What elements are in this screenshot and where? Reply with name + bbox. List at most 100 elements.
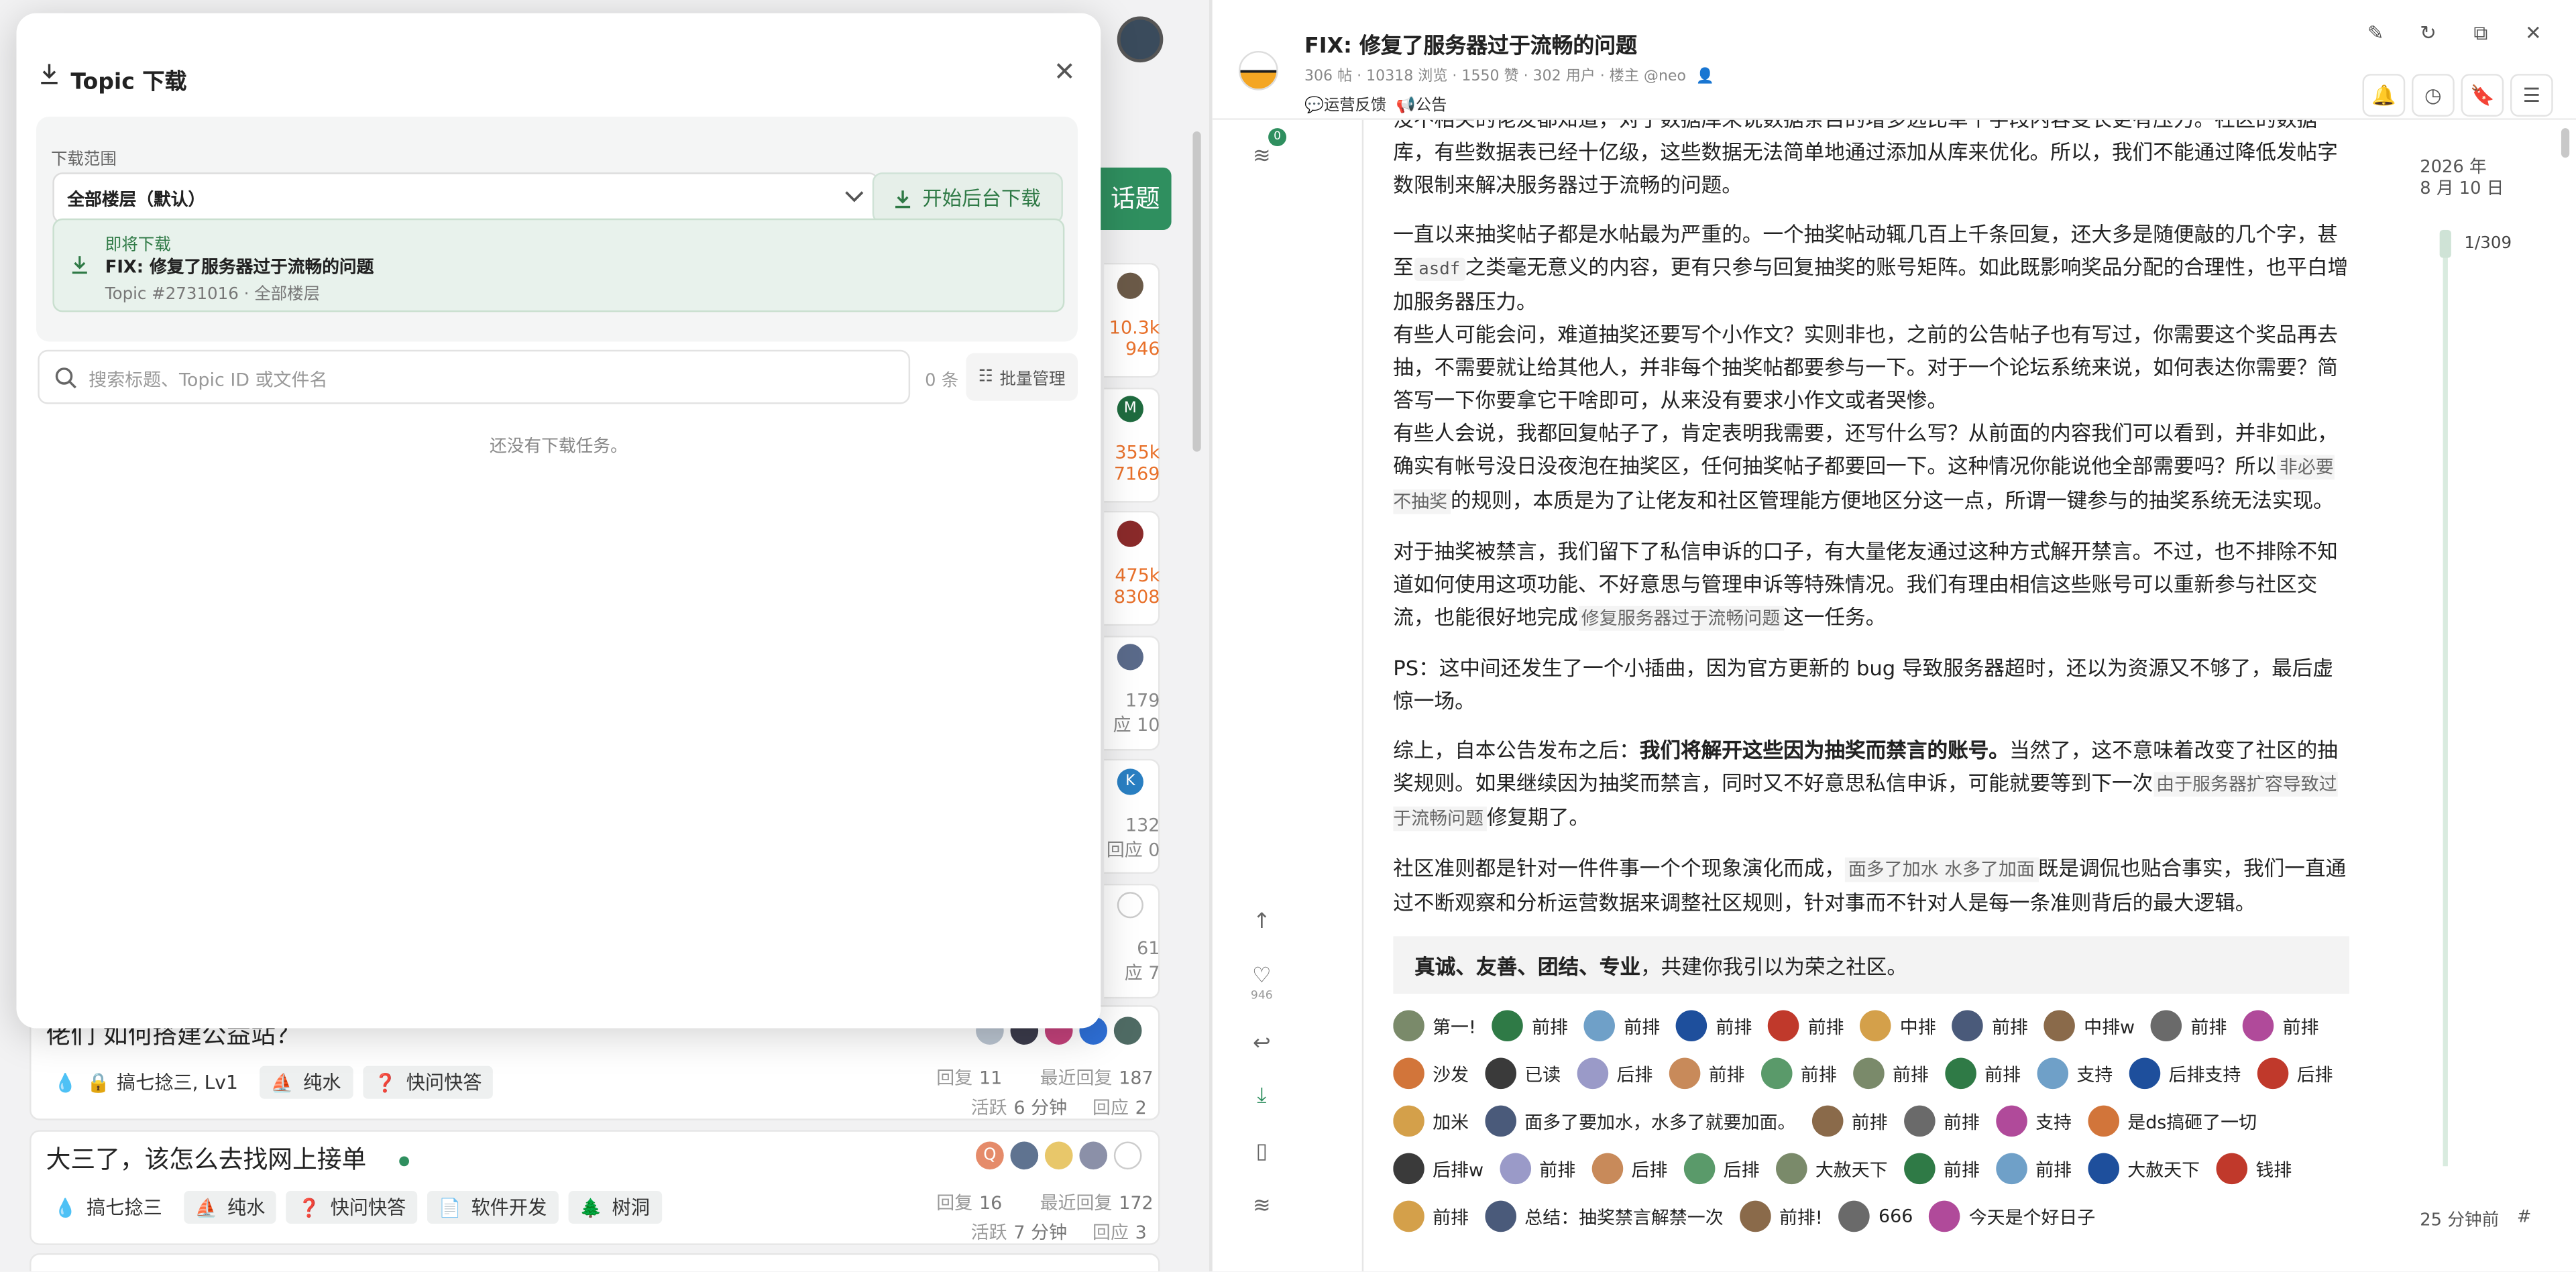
scrollbar[interactable] bbox=[2561, 128, 2570, 158]
reaction-item[interactable]: 今天是个好日子 bbox=[1929, 1200, 2095, 1232]
site-logo bbox=[1239, 50, 1278, 91]
avatar bbox=[1393, 1010, 1424, 1042]
avatar bbox=[1485, 1105, 1516, 1137]
tag[interactable]: ⛵ 纯水 bbox=[259, 1065, 353, 1099]
reaction-item[interactable]: 钱排 bbox=[2216, 1153, 2292, 1185]
user-avatar[interactable] bbox=[1117, 16, 1164, 63]
reaction-item[interactable]: 大赦天下 bbox=[1776, 1153, 1888, 1185]
topic-reader-pane: FIX: 修复了服务器过于流畅的问题 306 帖 · 10318 浏览 · 15… bbox=[1212, 0, 2576, 1272]
reaction-item[interactable]: 前排 bbox=[2151, 1010, 2227, 1042]
reply-button[interactable]: ↩ bbox=[1249, 1031, 1275, 1056]
start-download-button[interactable]: 开始后台下载 bbox=[872, 172, 1063, 224]
reaction-item[interactable]: 前排 bbox=[1584, 1010, 1660, 1042]
table-row[interactable]: 大三了，该怎么去找网上接单 Q 💧 搞七捻三 ⛵ 纯水 ❓ 快问快答 📄 软件开发 🌲 树… bbox=[30, 1130, 1160, 1245]
timeline-handle[interactable] bbox=[2439, 229, 2451, 258]
reaction-item[interactable]: 后排 bbox=[1591, 1153, 1667, 1185]
reaction-item[interactable]: 面多了要加水，水多了就要加面。 bbox=[1485, 1105, 1795, 1137]
reaction-item[interactable]: 已读 bbox=[1485, 1057, 1561, 1090]
reaction-item[interactable]: 后排 bbox=[2257, 1057, 2333, 1090]
bookmark-button[interactable]: 🔖 bbox=[2461, 74, 2504, 117]
reaction-text: 前排 bbox=[1984, 1063, 2021, 1085]
like-button[interactable]: ♡ bbox=[1249, 964, 1275, 989]
avatar bbox=[1117, 644, 1143, 671]
reaction-item[interactable]: 前排 bbox=[1669, 1057, 1745, 1090]
reaction-item[interactable]: 前排 bbox=[1996, 1153, 2072, 1185]
replies-count: 回应 0 bbox=[1106, 839, 1160, 861]
reaction-item[interactable]: 前排 bbox=[2243, 1010, 2318, 1042]
reaction-item[interactable]: 是ds搞砸了一切 bbox=[2088, 1105, 2257, 1137]
download-icon bbox=[41, 64, 58, 84]
settings-button[interactable]: ☰ bbox=[2510, 74, 2553, 117]
reaction-text: 前排 bbox=[1892, 1063, 1929, 1085]
tag[interactable]: ⛵ 纯水 bbox=[183, 1190, 277, 1224]
avatar bbox=[1768, 1010, 1800, 1042]
reaction-item[interactable]: 总结：抽奖禁言解禁一次 bbox=[1485, 1200, 1724, 1232]
category-tag[interactable]: 💧 🔒 搞七捻三, Lv1 bbox=[54, 1066, 249, 1099]
bookmark-rail-button[interactable]: ▯ bbox=[1249, 1140, 1275, 1165]
reaction-item[interactable]: 前排 bbox=[1853, 1057, 1929, 1090]
tag[interactable]: 🌲 树洞 bbox=[568, 1190, 662, 1224]
refresh-icon: ↻ bbox=[2420, 21, 2437, 45]
reaction-item[interactable]: 前排! bbox=[1740, 1200, 1823, 1232]
reaction-item[interactable]: 支持 bbox=[1996, 1105, 2072, 1137]
scrollbar[interactable] bbox=[1192, 131, 1201, 452]
reaction-item[interactable]: 后排 bbox=[1577, 1057, 1653, 1090]
layers-button[interactable]: ≋ bbox=[1249, 145, 1275, 170]
tag-label: 运营反馈 bbox=[1324, 97, 1387, 115]
reaction-item[interactable]: 第一! bbox=[1393, 1010, 1476, 1042]
timeline-hash[interactable]: # bbox=[2517, 1207, 2532, 1226]
reaction-item[interactable]: 后排w bbox=[1393, 1153, 1483, 1185]
reaction-item[interactable]: 沙发 bbox=[1393, 1057, 1469, 1090]
reaction-item[interactable]: 后排支持 bbox=[2129, 1057, 2241, 1090]
reaction-text: 大赦天下 bbox=[2127, 1159, 2200, 1181]
reaction-item[interactable]: 支持 bbox=[2037, 1057, 2113, 1090]
download-button[interactable]: ⤓ bbox=[1249, 1084, 1275, 1109]
reaction-item[interactable]: 前排 bbox=[1768, 1010, 1844, 1042]
reaction-text: 前排 bbox=[1708, 1063, 1745, 1085]
reaction-item[interactable]: 加米 bbox=[1393, 1105, 1469, 1137]
reaction-item[interactable]: 大赦天下 bbox=[2088, 1153, 2200, 1185]
topic-title[interactable]: 大三了，该怎么去找网上接单 bbox=[46, 1141, 409, 1175]
table-row[interactable] bbox=[30, 1253, 1160, 1272]
reaction-item[interactable]: 前排 bbox=[1952, 1010, 2028, 1042]
tag[interactable]: 📄 软件开发 bbox=[427, 1190, 559, 1224]
reaction-item[interactable]: 前排 bbox=[1492, 1010, 1568, 1042]
layers-rail-button[interactable]: ≋ bbox=[1249, 1194, 1275, 1219]
reaction-text: 前排 bbox=[1943, 1159, 1980, 1181]
reaction-item[interactable]: 后排 bbox=[1683, 1153, 1760, 1185]
reaction-item[interactable]: 前排 bbox=[1904, 1153, 1980, 1185]
close-pane-button[interactable]: ✕ bbox=[2515, 15, 2551, 51]
close-button[interactable]: ✕ bbox=[1052, 58, 1078, 85]
reaction-text: 加米 bbox=[1433, 1111, 1469, 1133]
tag-ops-feedback[interactable]: 💬运营反馈 bbox=[1304, 92, 1386, 115]
boat-icon: ⛵ bbox=[270, 1072, 294, 1094]
reaction-item[interactable]: 前排 bbox=[1500, 1153, 1575, 1185]
topic-title: FIX: 修复了服务器过于流畅的问题 bbox=[1304, 34, 1637, 60]
notification-button[interactable]: 🔔 bbox=[2362, 74, 2406, 117]
history-button[interactable]: ◷ bbox=[2412, 74, 2455, 117]
reaction-item[interactable]: 中排w bbox=[2044, 1010, 2135, 1042]
topic-meta-text: 306 帖 · 10318 浏览 · 1550 赞 · 302 用户 · 楼主 … bbox=[1304, 68, 1686, 86]
text: ，共建你我引以为荣之社区。 bbox=[1640, 954, 1908, 979]
tag[interactable]: ❓ 快问快答 bbox=[362, 1065, 494, 1099]
avatar bbox=[1500, 1153, 1532, 1185]
reaction-item[interactable]: 666 bbox=[1839, 1200, 1913, 1232]
reaction-item[interactable]: 中排 bbox=[1860, 1010, 1936, 1042]
reaction-item[interactable]: 前排 bbox=[1760, 1057, 1837, 1090]
scroll-top-button[interactable]: ↑ bbox=[1249, 910, 1275, 935]
tag-announcement[interactable]: 📢公告 bbox=[1396, 92, 1447, 115]
reaction-item[interactable]: 前排 bbox=[1945, 1057, 2021, 1090]
timeline-track[interactable] bbox=[2443, 229, 2448, 1167]
views-count: 475k bbox=[1115, 565, 1160, 587]
reaction-item[interactable]: 前排 bbox=[1811, 1105, 1888, 1137]
edit-button[interactable]: ✎ bbox=[2357, 15, 2394, 51]
refresh-button[interactable]: ↻ bbox=[2410, 15, 2447, 51]
open-external-button[interactable]: ⧉ bbox=[2463, 15, 2499, 51]
dialog-title: Topic 下载 bbox=[70, 68, 187, 96]
tag[interactable]: ❓ 快问快答 bbox=[286, 1190, 418, 1224]
bulk-manage-button[interactable]: ☷ 批量管理 bbox=[966, 353, 1078, 401]
reaction-item[interactable]: 前排 bbox=[1393, 1200, 1469, 1232]
reaction-item[interactable]: 前排 bbox=[1676, 1010, 1752, 1042]
reaction-item[interactable]: 前排 bbox=[1904, 1105, 1980, 1137]
category-tag[interactable]: 💧 搞七捻三 bbox=[54, 1191, 174, 1224]
